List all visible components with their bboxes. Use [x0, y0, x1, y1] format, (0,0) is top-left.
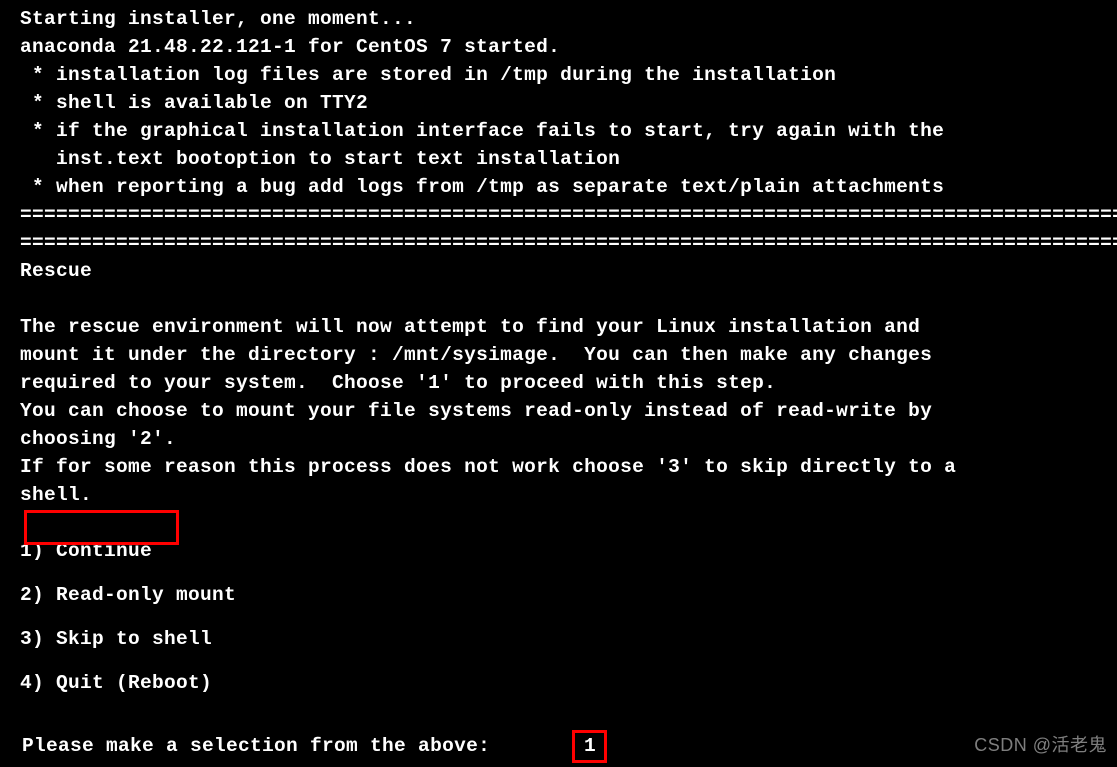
boot-bullet: * shell is available on TTY2 — [20, 89, 1117, 117]
menu-option-skipshell[interactable]: 3) Skip to shell — [20, 625, 1117, 653]
divider-line: ========================================… — [20, 229, 1117, 257]
rescue-title: Rescue — [20, 257, 1117, 285]
menu-option-quit[interactable]: 4) Quit (Reboot) — [20, 669, 1117, 697]
blank-line — [20, 285, 1117, 313]
boot-line: Starting installer, one moment... — [20, 5, 1117, 33]
rescue-text: shell. — [20, 481, 1117, 509]
rescue-text: required to your system. Choose '1' to p… — [20, 369, 1117, 397]
menu-option-continue[interactable]: 1) Continue — [20, 537, 1117, 565]
boot-bullet: * if the graphical installation interfac… — [20, 117, 1117, 145]
selection-prompt: Please make a selection from the above: — [22, 732, 502, 760]
blank-line — [20, 509, 1117, 537]
rescue-text: mount it under the directory : /mnt/sysi… — [20, 341, 1117, 369]
rescue-text: You can choose to mount your file system… — [20, 397, 1117, 425]
watermark: CSDN @活老鬼 — [974, 731, 1107, 759]
divider-line: ========================================… — [20, 201, 1117, 229]
rescue-text: The rescue environment will now attempt … — [20, 313, 1117, 341]
boot-bullet: * installation log files are stored in /… — [20, 61, 1117, 89]
boot-bullet-cont: inst.text bootoption to start text insta… — [20, 145, 1117, 173]
boot-line: anaconda 21.48.22.121-1 for CentOS 7 sta… — [20, 33, 1117, 61]
selection-input[interactable]: 1 — [584, 732, 596, 760]
rescue-text: If for some reason this process does not… — [20, 453, 1117, 481]
rescue-text: choosing '2'. — [20, 425, 1117, 453]
boot-bullet: * when reporting a bug add logs from /tm… — [20, 173, 1117, 201]
terminal-screen: Starting installer, one moment... anacon… — [0, 0, 1117, 767]
menu-option-readonly[interactable]: 2) Read-only mount — [20, 581, 1117, 609]
